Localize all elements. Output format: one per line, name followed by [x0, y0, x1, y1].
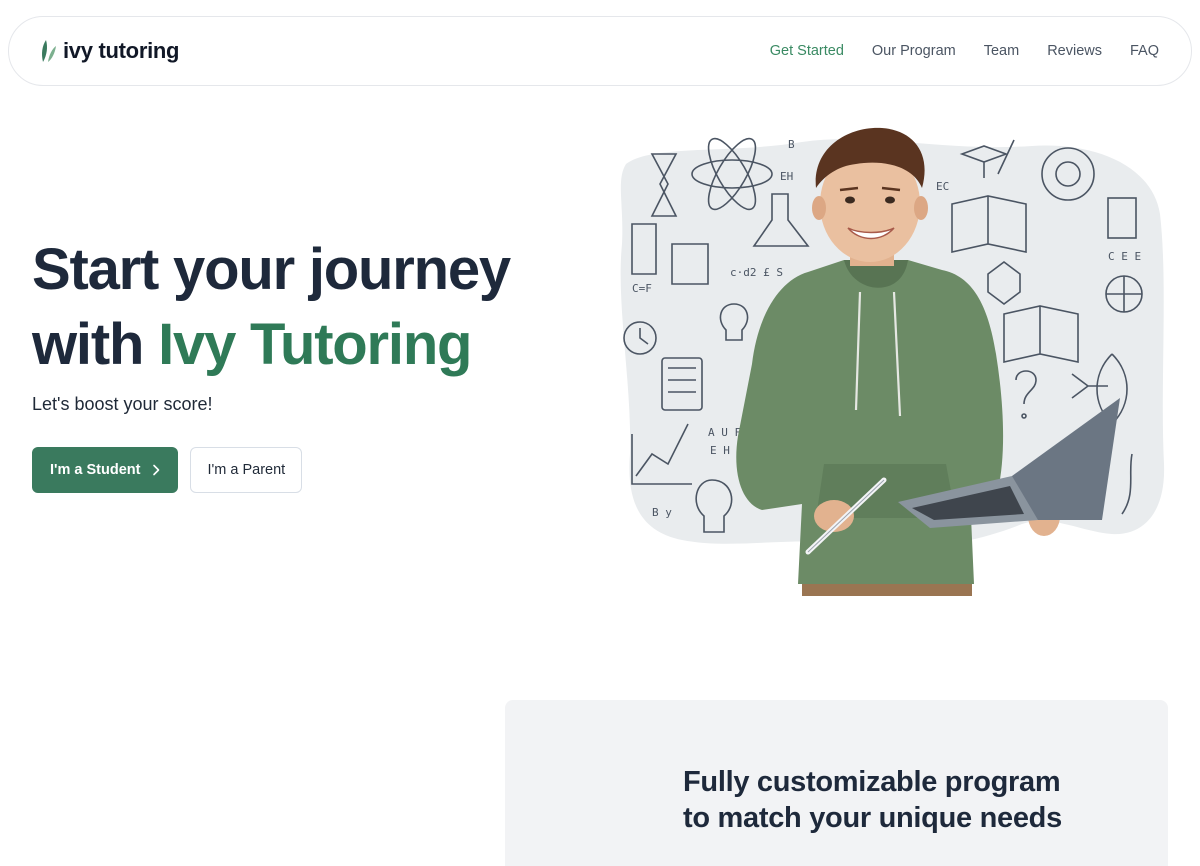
svg-text:EH: EH: [780, 170, 793, 183]
top-navbar: ivy tutoring Get Started Our Program Tea…: [8, 16, 1192, 86]
nav-link-reviews[interactable]: Reviews: [1047, 43, 1102, 59]
brand-name: ivy tutoring: [63, 38, 180, 63]
student-illustration: B EH EC c·d2 £ S C=F A U F E H B y C E E: [620, 127, 1165, 596]
hero-title: Start your journey with Ivy Tutoring: [32, 232, 592, 382]
nav-link-our-program[interactable]: Our Program: [872, 43, 956, 59]
svg-text:A U F: A U F: [708, 426, 741, 439]
svg-text:C E E: C E E: [1108, 250, 1141, 263]
main-nav: Get Started Our Program Team Reviews FAQ: [770, 43, 1159, 59]
feature-title: Fully customizable program to match your…: [683, 764, 1103, 836]
chevron-right-icon: [153, 464, 160, 476]
hero-title-accent: Ivy Tutoring: [158, 312, 472, 377]
svg-text:EC: EC: [936, 180, 949, 193]
hero-title-line2-prefix: with: [32, 312, 159, 377]
svg-text:C=F: C=F: [632, 282, 652, 295]
hero-subtitle: Let's boost your score!: [32, 394, 213, 414]
svg-text:c·d2 £ S: c·d2 £ S: [730, 266, 783, 279]
svg-text:B y: B y: [652, 506, 672, 519]
brand-logo-link[interactable]: ivy tutoring: [39, 38, 179, 64]
feature-title-line2: to match your unique needs: [683, 802, 1062, 834]
hero-title-line1: Start your journey: [32, 237, 511, 302]
student-button[interactable]: I'm a Student: [32, 447, 179, 493]
feature-title-line1: Fully customizable program: [683, 766, 1061, 798]
ivy-leaf-icon: [42, 40, 56, 62]
nav-link-get-started[interactable]: Get Started: [770, 43, 844, 59]
svg-text:B: B: [788, 138, 795, 151]
parent-button[interactable]: I'm a Parent: [190, 447, 303, 493]
nav-link-faq[interactable]: FAQ: [1130, 43, 1159, 59]
hero-cta-group: I'm a Student I'm a Parent: [32, 447, 303, 493]
student-button-label: I'm a Student: [50, 462, 141, 478]
nav-link-team[interactable]: Team: [984, 43, 1019, 59]
svg-text:E H: E H: [710, 444, 730, 457]
feature-card: Fully customizable program to match your…: [505, 700, 1168, 866]
